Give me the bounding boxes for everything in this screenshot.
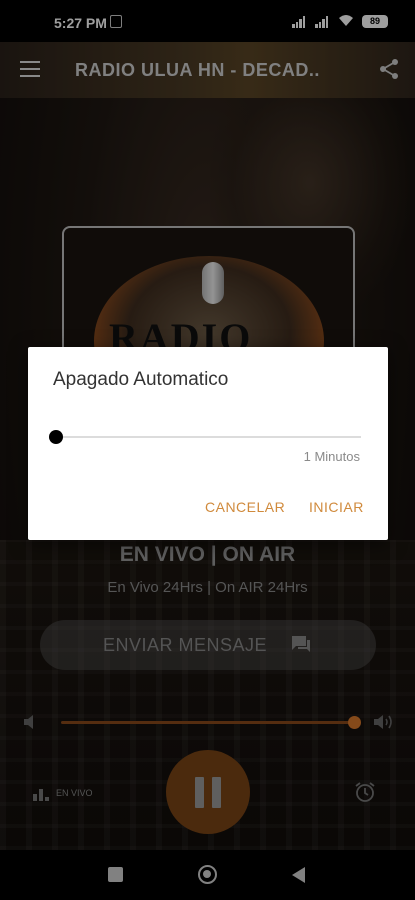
timer-slider-thumb[interactable] xyxy=(49,430,63,444)
timer-slider-track[interactable] xyxy=(55,436,361,438)
timer-value-label: 1 Minutos xyxy=(303,449,360,464)
app-screen: 5:27 PM 89 RADIO ULUA HN - DECAD.. RADIO xyxy=(0,0,415,900)
start-button[interactable]: INICIAR xyxy=(309,499,364,515)
dialog-title: Apagado Automatico xyxy=(53,369,229,390)
sleep-timer-dialog: Apagado Automatico 1 Minutos CANCELAR IN… xyxy=(28,347,388,540)
cancel-button[interactable]: CANCELAR xyxy=(205,499,285,515)
